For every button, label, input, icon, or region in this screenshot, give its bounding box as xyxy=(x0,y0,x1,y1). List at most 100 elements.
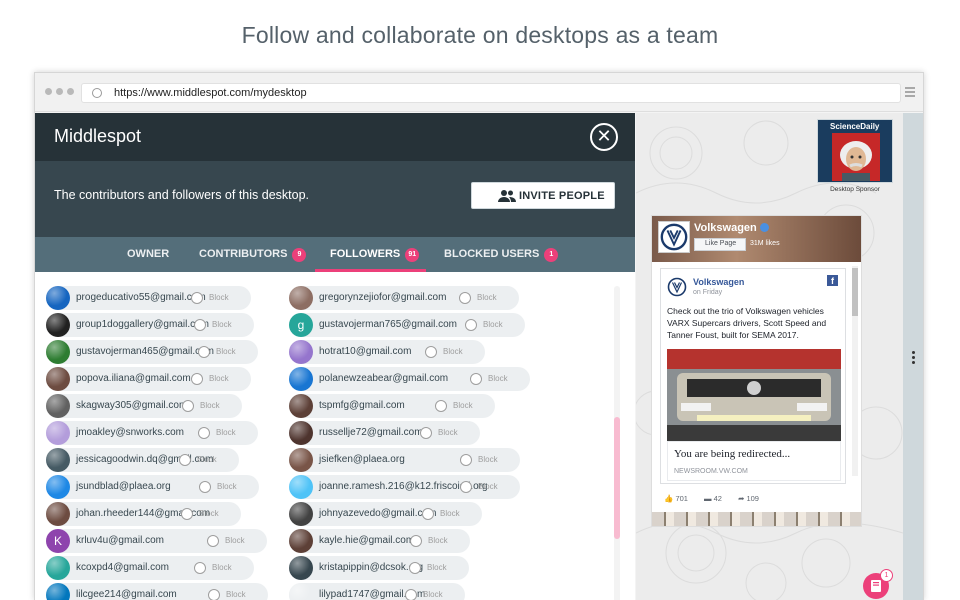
volkswagen-logo-icon xyxy=(658,221,690,253)
avatar[interactable] xyxy=(46,583,70,600)
avatar[interactable] xyxy=(46,421,70,445)
avatar[interactable] xyxy=(289,367,313,391)
facebook-widget: Volkswagen Like Page 31M likes Volkswage… xyxy=(651,215,862,527)
block-radio[interactable] xyxy=(435,400,447,412)
avatar[interactable] xyxy=(46,394,70,418)
avatar[interactable] xyxy=(46,340,70,364)
post-date[interactable]: on Friday xyxy=(693,289,722,296)
block-label: Block xyxy=(209,293,229,302)
people-icon xyxy=(498,190,516,202)
avatar[interactable] xyxy=(46,475,70,499)
follower-chip: johnyazevedo@gmail.com Block xyxy=(289,502,482,526)
follower-chip: lilcgee214@gmail.com Block xyxy=(46,583,268,600)
block-radio[interactable] xyxy=(191,373,203,385)
block-radio[interactable] xyxy=(460,454,472,466)
follower-chip: kcoxpd4@gmail.com Block xyxy=(46,556,254,580)
avatar[interactable] xyxy=(289,448,313,472)
follower-email: skagway305@gmail.com xyxy=(76,400,188,411)
block-label: Block xyxy=(438,428,458,437)
sponsor-ad[interactable]: ScienceDaily xyxy=(817,119,893,183)
address-url[interactable]: https://www.middlespot.com/mydesktop xyxy=(114,87,307,99)
avatar[interactable] xyxy=(289,556,313,580)
page-headline: Follow and collaborate on desktops as a … xyxy=(241,22,719,48)
block-label: Block xyxy=(443,347,463,356)
avatar[interactable] xyxy=(289,340,313,364)
facebook-logo-icon[interactable]: f xyxy=(827,275,838,286)
tab-blocked-users-label: BLOCKED USERS xyxy=(444,248,540,260)
notifications-button[interactable]: 1 xyxy=(863,569,893,599)
block-radio[interactable] xyxy=(420,427,432,439)
invite-people-button[interactable]: INVITE PEOPLE xyxy=(471,182,615,209)
avatar[interactable] xyxy=(289,502,313,526)
block-radio[interactable] xyxy=(194,319,206,331)
block-radio[interactable] xyxy=(182,400,194,412)
tab-owner[interactable]: OWNER xyxy=(127,237,169,272)
comments-count[interactable]: ▬ 42 xyxy=(704,494,722,503)
block-radio[interactable] xyxy=(409,562,421,574)
block-radio[interactable] xyxy=(405,589,417,600)
block-radio[interactable] xyxy=(207,535,219,547)
post-author[interactable]: Volkswagen xyxy=(693,277,744,287)
block-radio[interactable] xyxy=(194,562,206,574)
block-radio[interactable] xyxy=(422,508,434,520)
link-preview[interactable]: You are being redirected... NEWSROOM.VW.… xyxy=(667,441,841,481)
block-label: Block xyxy=(453,401,473,410)
address-bar[interactable]: https://www.middlespot.com/mydesktop xyxy=(81,83,901,103)
truck-photo[interactable] xyxy=(667,349,841,441)
avatar[interactable] xyxy=(289,529,313,553)
reactions-count[interactable]: 👍 701 xyxy=(664,494,688,503)
reactions-value: 701 xyxy=(675,494,688,503)
block-radio[interactable] xyxy=(191,292,203,304)
shares-count[interactable]: ➦ 109 xyxy=(738,494,759,503)
follower-email: kcoxpd4@gmail.com xyxy=(76,562,169,573)
avatar[interactable] xyxy=(289,394,313,418)
page-likes-count: 31M likes xyxy=(750,240,780,247)
reload-icon[interactable] xyxy=(92,88,102,98)
block-radio[interactable] xyxy=(208,589,220,600)
avatar[interactable] xyxy=(46,448,70,472)
tab-contributors[interactable]: CONTRIBUTORS 9 xyxy=(199,237,307,272)
follower-email: lilcgee214@gmail.com xyxy=(76,589,177,600)
follower-chip: group1doggallery@gmail.com Block xyxy=(46,313,254,337)
avatar[interactable] xyxy=(289,583,313,600)
widget-scrollbar[interactable] xyxy=(852,266,858,476)
block-radio[interactable] xyxy=(459,292,471,304)
block-radio[interactable] xyxy=(199,481,211,493)
block-radio[interactable] xyxy=(470,373,482,385)
list-scrollbar-thumb[interactable] xyxy=(614,417,620,539)
block-radio[interactable] xyxy=(460,481,472,493)
follower-chip: Kkrluv4u@gmail.com Block xyxy=(46,529,267,553)
avatar[interactable]: K xyxy=(46,529,70,553)
avatar[interactable] xyxy=(289,421,313,445)
more-options-icon[interactable] xyxy=(912,351,916,366)
avatar[interactable] xyxy=(46,556,70,580)
follower-chip: hotrat10@gmail.com Block xyxy=(289,340,485,364)
block-label: Block xyxy=(200,401,220,410)
block-radio[interactable] xyxy=(181,508,193,520)
tab-followers[interactable]: FOLLOWERS 91 xyxy=(315,237,426,272)
like-page-button[interactable]: Like Page xyxy=(694,238,746,251)
block-radio[interactable] xyxy=(198,427,210,439)
close-icon[interactable]: ✕ xyxy=(590,123,618,151)
facebook-page-name[interactable]: Volkswagen xyxy=(694,222,769,234)
avatar[interactable] xyxy=(46,367,70,391)
browser-menu-icon[interactable] xyxy=(905,87,915,99)
widget-scrollbar-thumb[interactable] xyxy=(852,268,858,316)
block-radio[interactable] xyxy=(410,535,422,547)
block-radio[interactable] xyxy=(465,319,477,331)
block-label: Block xyxy=(212,563,232,572)
avatar[interactable] xyxy=(289,475,313,499)
avatar[interactable] xyxy=(289,286,313,310)
block-radio[interactable] xyxy=(198,346,210,358)
tab-blocked-users[interactable]: BLOCKED USERS 1 xyxy=(444,237,559,272)
avatar[interactable] xyxy=(46,286,70,310)
block-radio[interactable] xyxy=(179,454,191,466)
avatar[interactable] xyxy=(46,313,70,337)
panel-header: Middlespot ✕ xyxy=(35,113,635,161)
window-controls[interactable] xyxy=(45,88,74,95)
block-radio[interactable] xyxy=(425,346,437,358)
follower-chip: joanne.ramesh.216@k12.friscoisd.org Block xyxy=(289,475,520,499)
avatar[interactable]: g xyxy=(289,313,313,337)
avatar[interactable] xyxy=(46,502,70,526)
follower-email: jmoakley@snworks.com xyxy=(76,427,184,438)
